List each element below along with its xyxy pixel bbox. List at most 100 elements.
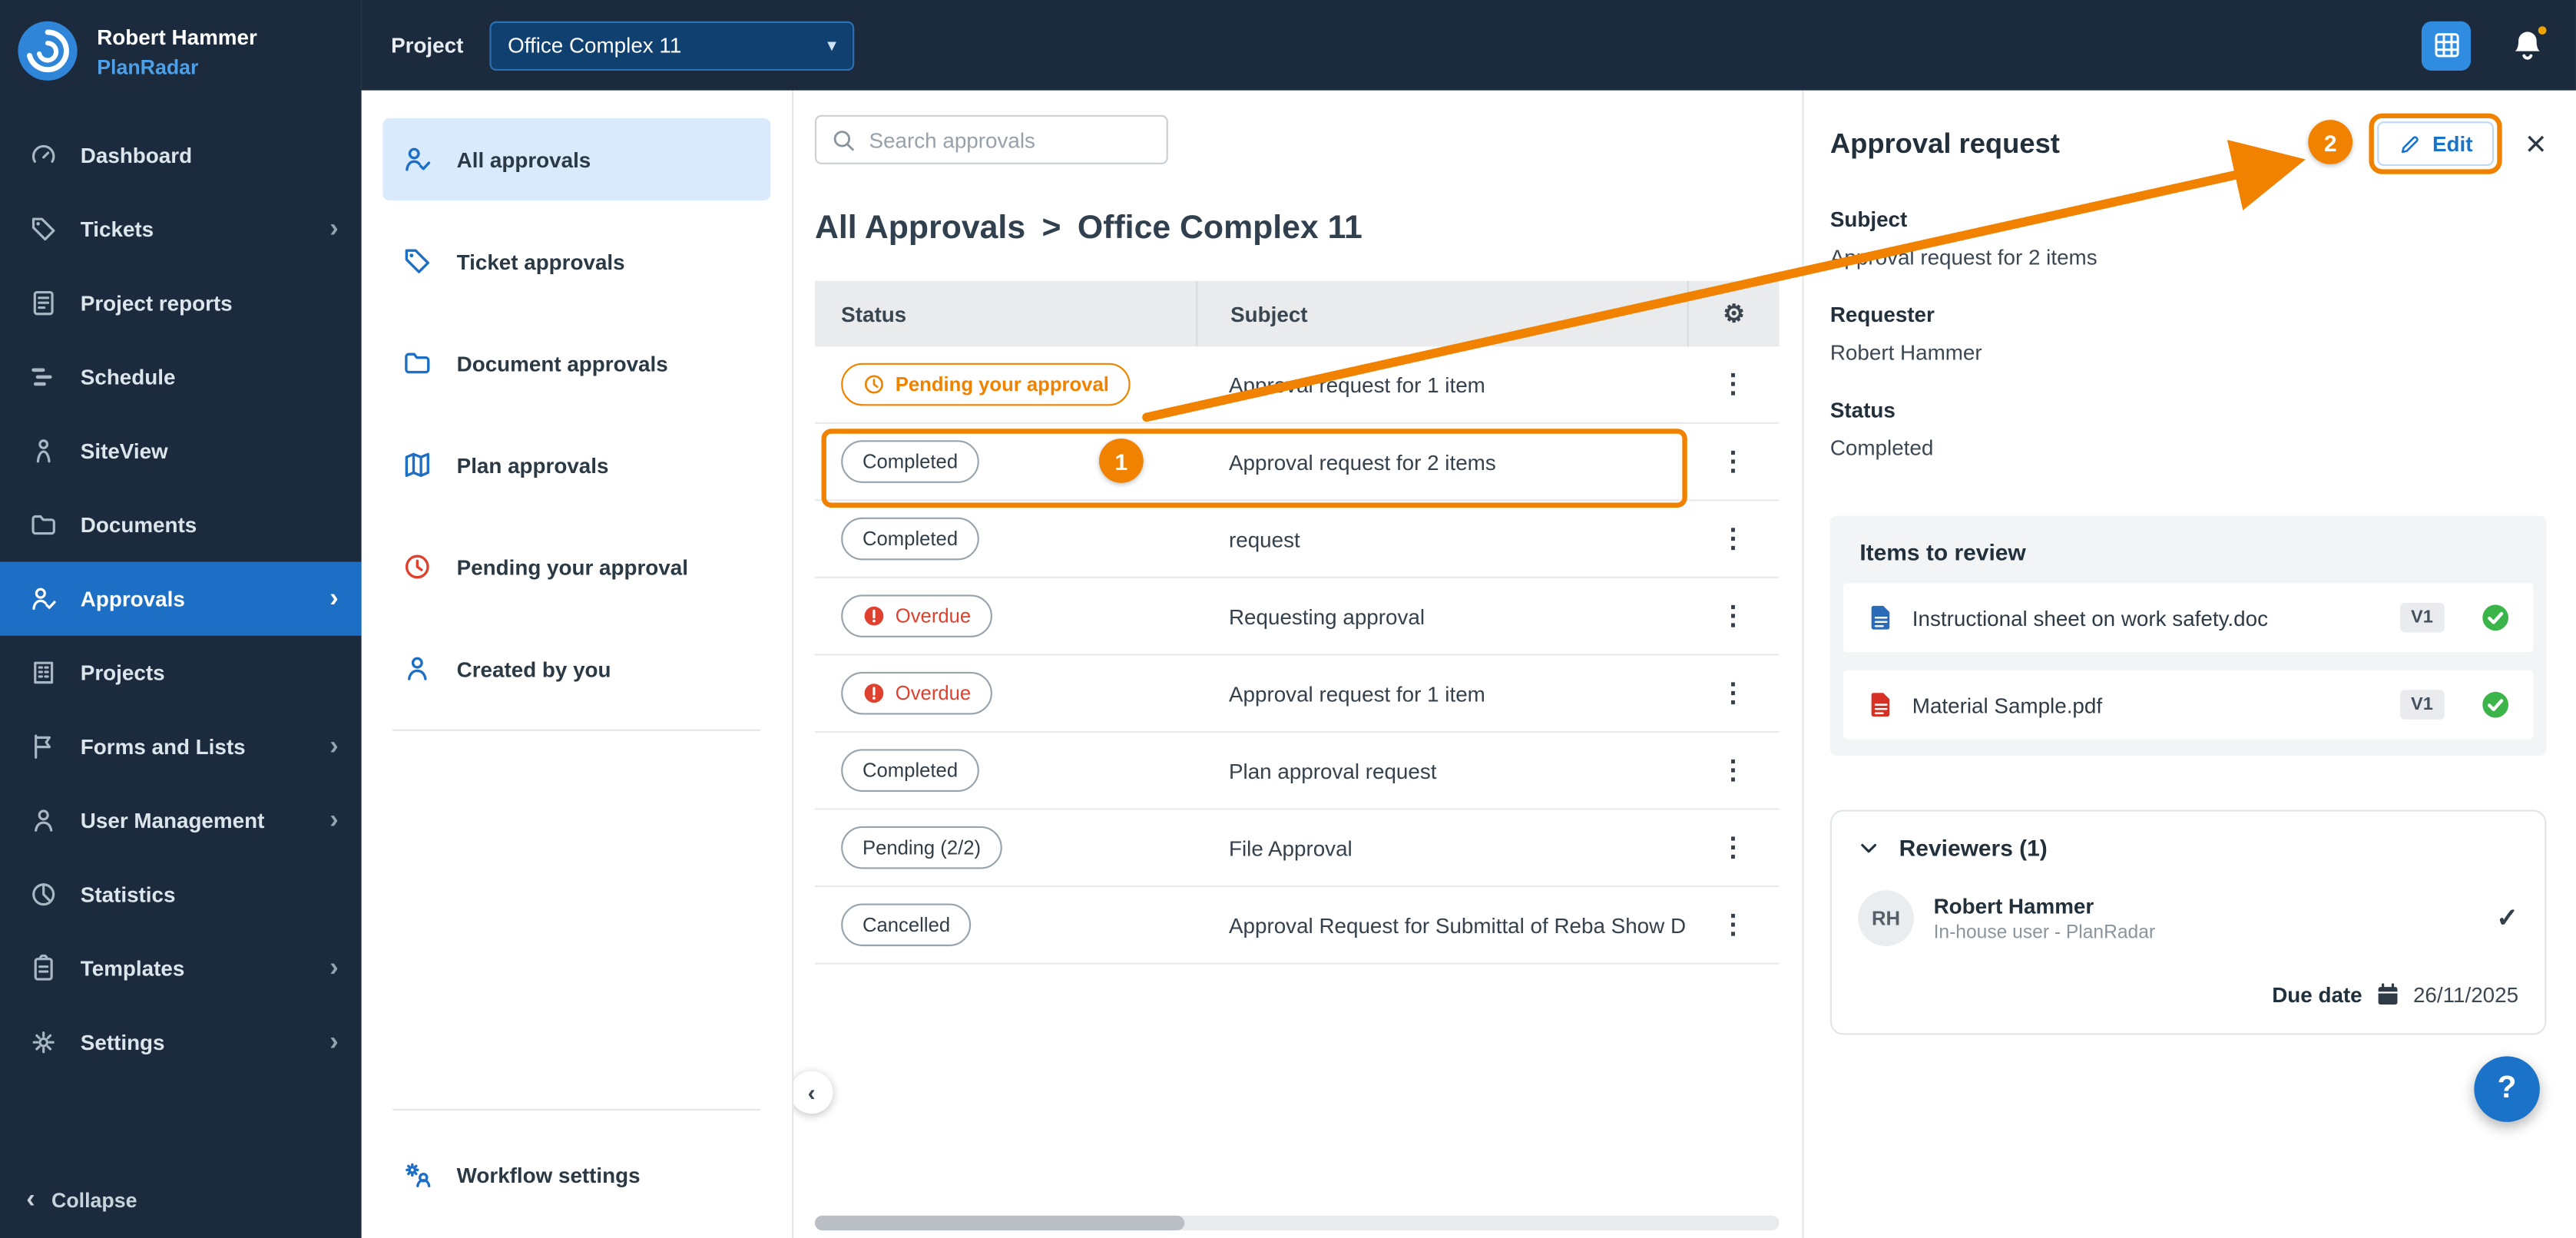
page-title: Approval request <box>1830 127 2060 161</box>
sidebar-collapse-button[interactable]: ‹ Collapse <box>0 1163 362 1238</box>
approvals-filter-panel: All approvals Ticket approvals Document … <box>362 91 794 1238</box>
sidebar-item-label: Documents <box>81 512 197 537</box>
project-selector[interactable]: Office Complex 11 ▾ <box>490 21 855 70</box>
review-item-row[interactable]: Instructional sheet on work safety.doc V… <box>1843 583 2533 652</box>
filter-label: Created by you <box>457 657 611 681</box>
help-button[interactable]: ? <box>2474 1056 2540 1122</box>
subject-cell: Approval request for 2 items <box>1196 449 1687 474</box>
subject-cell: Approval request for 1 item <box>1196 681 1687 706</box>
gear-icon <box>30 1028 58 1056</box>
kebab-menu-icon[interactable]: ⋮ <box>1707 365 1759 405</box>
table-row[interactable]: Cancelled Approval Request for Submittal… <box>815 887 1780 965</box>
alert-icon <box>863 682 886 705</box>
breadcrumb-root[interactable]: All Approvals <box>815 210 1025 248</box>
sidebar-item-settings[interactable]: Settings › <box>0 1005 362 1079</box>
horizontal-scrollbar-track[interactable] <box>815 1216 1780 1230</box>
edit-button[interactable]: Edit <box>2376 121 2494 166</box>
close-icon[interactable]: × <box>2525 126 2547 162</box>
reviewer-name: Robert Hammer <box>1934 894 2156 919</box>
kebab-menu-icon[interactable]: ⋮ <box>1707 442 1759 482</box>
table-row-selected[interactable]: Completed Approval request for 2 items ⋮ <box>815 424 1780 501</box>
statistics-icon <box>30 881 58 909</box>
horizontal-scrollbar-thumb[interactable] <box>815 1216 1184 1230</box>
annotation-step-1: 1 <box>1099 439 1144 483</box>
subject-cell: Plan approval request <box>1196 758 1687 783</box>
sidebar-item-schedule[interactable]: Schedule <box>0 340 362 414</box>
search-box <box>815 115 1168 164</box>
sidebar-item-forms-and-lists[interactable]: Forms and Lists › <box>0 710 362 783</box>
field-value: Approval request for 2 items <box>1830 245 2547 270</box>
sidebar-item-statistics[interactable]: Statistics <box>0 858 362 932</box>
workflow-settings-button[interactable]: Workflow settings <box>382 1134 770 1216</box>
forms-icon <box>30 733 58 760</box>
status-cell: Pending (2/2) <box>815 826 1196 869</box>
table-row[interactable]: Pending (2/2) File Approval ⋮ <box>815 810 1780 888</box>
table-row[interactable]: Pending your approval Approval request f… <box>815 346 1780 424</box>
table-row[interactable]: Completed Plan approval request ⋮ <box>815 733 1780 810</box>
field-status: Status Completed <box>1830 398 2547 460</box>
filter-document-approvals[interactable]: Document approvals <box>382 322 770 404</box>
kebab-menu-icon[interactable]: ⋮ <box>1707 596 1759 637</box>
report-icon <box>30 289 58 316</box>
approvals-icon <box>30 584 58 612</box>
filter-plan-approvals[interactable]: Plan approvals <box>382 424 770 506</box>
apps-grid-button[interactable] <box>2422 21 2471 70</box>
review-item-row[interactable]: Material Sample.pdf V1 <box>1843 670 2533 740</box>
sidebar-item-dashboard[interactable]: Dashboard <box>0 118 362 192</box>
calendar-icon <box>2376 982 2400 1007</box>
kebab-menu-icon[interactable]: ⋮ <box>1707 674 1759 714</box>
items-to-review-section: Items to review Instructional sheet on w… <box>1830 516 2547 756</box>
table-row[interactable]: Completed request ⋮ <box>815 501 1780 578</box>
kebab-menu-icon[interactable]: ⋮ <box>1707 828 1759 869</box>
ticket-icon <box>30 215 58 243</box>
filter-ticket-approvals[interactable]: Ticket approvals <box>382 220 770 303</box>
sidebar-item-approvals[interactable]: Approvals › <box>0 562 362 636</box>
alert-icon <box>863 604 886 627</box>
filter-all-approvals[interactable]: All approvals <box>382 118 770 200</box>
search-input[interactable] <box>869 127 1152 152</box>
reviewers-card: Reviewers (1) RH Robert Hammer In-house … <box>1830 810 2547 1035</box>
status-badge: Pending your approval <box>841 363 1131 406</box>
sidebar-item-templates[interactable]: Templates › <box>0 932 362 1005</box>
table-settings-gear-icon[interactable]: ⚙ <box>1723 299 1745 329</box>
sidebar-item-siteview[interactable]: SiteView <box>0 414 362 488</box>
column-header-subject: Subject <box>1196 281 1687 347</box>
folder-icon <box>30 511 58 538</box>
sidebar-item-project-reports[interactable]: Project reports <box>0 266 362 340</box>
topbar: Project Office Complex 11 ▾ <box>362 0 2576 91</box>
table-row[interactable]: Overdue Requesting approval ⋮ <box>815 578 1780 656</box>
brand-link[interactable]: PlanRadar <box>97 56 257 79</box>
due-date-row: Due date 26/11/2025 <box>1858 982 2518 1007</box>
table-row[interactable]: Overdue Approval request for 1 item ⋮ <box>815 655 1780 733</box>
search-icon <box>831 127 856 152</box>
notifications-button[interactable] <box>2510 27 2546 63</box>
check-icon: ✓ <box>2496 902 2518 935</box>
user-block[interactable]: Robert Hammer PlanRadar <box>0 0 362 111</box>
chevron-left-icon: ‹ <box>808 1079 816 1105</box>
reviewers-toggle[interactable]: Reviewers (1) <box>1858 835 2518 861</box>
notification-dot <box>2535 22 2549 37</box>
collapse-list-panel-button[interactable]: ‹ <box>790 1071 833 1114</box>
user-name: Robert Hammer <box>97 20 257 50</box>
planradar-logo-icon <box>16 20 78 82</box>
status-cell: Completed <box>815 749 1196 792</box>
divider <box>392 730 760 731</box>
approved-check-icon <box>2481 690 2511 720</box>
filter-label: All approvals <box>457 147 591 171</box>
filter-created-by-you[interactable]: Created by you <box>382 627 770 710</box>
sidebar-item-user-management[interactable]: User Management › <box>0 783 362 857</box>
sidebar-item-projects[interactable]: Projects <box>0 636 362 710</box>
approvals-list-pane: All Approvals > Office Complex 11 Status… <box>793 91 1802 1238</box>
avatar: RH <box>1858 890 1914 946</box>
sidebar-item-tickets[interactable]: Tickets › <box>0 192 362 266</box>
filter-label: Pending your approval <box>457 554 688 579</box>
sidebar-item-documents[interactable]: Documents <box>0 488 362 561</box>
filter-pending-your-approval[interactable]: Pending your approval <box>382 525 770 607</box>
kebab-menu-icon[interactable]: ⋮ <box>1707 751 1759 792</box>
subject-cell: Approval Request for Submittal of Reba S… <box>1196 912 1687 937</box>
kebab-menu-icon[interactable]: ⋮ <box>1707 519 1759 560</box>
siteview-icon <box>30 437 58 465</box>
building-icon <box>30 659 58 687</box>
collapse-label: Collapse <box>51 1190 137 1213</box>
kebab-menu-icon[interactable]: ⋮ <box>1707 905 1759 946</box>
